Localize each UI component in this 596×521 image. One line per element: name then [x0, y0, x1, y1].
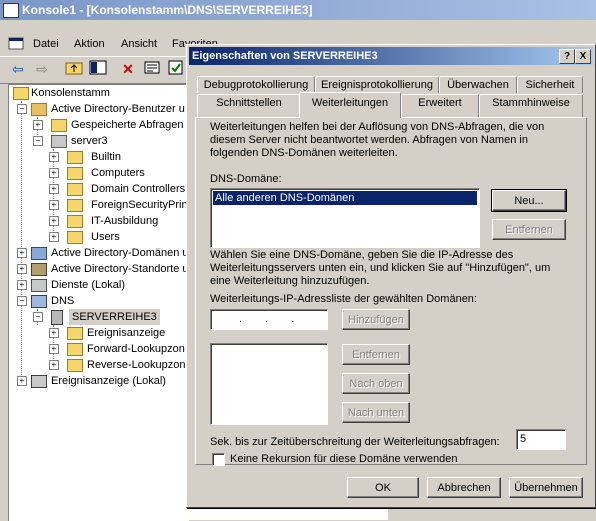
- folder-icon: [67, 359, 83, 372]
- collapse-icon[interactable]: −: [17, 104, 27, 114]
- folder-icon: [67, 343, 83, 356]
- back-arrow-icon[interactable]: ⇦: [8, 60, 28, 79]
- expand-icon[interactable]: +: [49, 328, 59, 338]
- console-icon: [3, 3, 19, 18]
- ip-address-input[interactable]: . . .: [210, 309, 328, 330]
- expand-icon[interactable]: +: [49, 216, 59, 226]
- delete-icon[interactable]: ✕: [118, 60, 138, 79]
- dialog-title: Eigenschaften von SERVERREIHE3: [192, 50, 378, 62]
- main-window-title: Konsole1 - [Konsolenstamm\DNS\SERVERREIH…: [22, 3, 313, 17]
- show-tree-icon[interactable]: [88, 60, 108, 79]
- tab-debugprotokollierung[interactable]: Debugprotokollierung: [197, 76, 315, 93]
- forwarders-panel: Weiterleitungen helfen bei der Auflösung…: [195, 117, 587, 466]
- menu-datei[interactable]: Datei: [33, 38, 59, 50]
- folder-icon: [67, 151, 83, 164]
- domain-list-item[interactable]: Alle anderen DNS-Domänen: [213, 191, 477, 205]
- forwarder-ip-list[interactable]: [210, 343, 328, 425]
- tab-ereignisprotokollierung[interactable]: Ereignisprotokollierung: [315, 76, 439, 93]
- cancel-button[interactable]: Abbrechen: [427, 477, 501, 498]
- refresh-icon[interactable]: [166, 60, 186, 79]
- expand-icon[interactable]: +: [49, 168, 59, 178]
- main-title-bar: Konsole1 - [Konsolenstamm\DNS\SERVERREIH…: [0, 0, 596, 20]
- move-down-button[interactable]: Nach unten: [342, 402, 410, 423]
- expand-icon[interactable]: +: [33, 120, 43, 130]
- no-recursion-checkbox[interactable]: [212, 453, 225, 466]
- tab-weiterleitungen[interactable]: Weiterleitungen: [299, 92, 401, 118]
- folder-icon: [67, 327, 83, 340]
- close-button[interactable]: X: [575, 49, 591, 64]
- console-menu-icon[interactable]: [8, 36, 24, 51]
- folder-icon: [67, 167, 83, 180]
- ad-domains-icon: [31, 247, 47, 260]
- collapse-icon[interactable]: −: [33, 312, 43, 322]
- no-recursion-label: Keine Rekursion für diese Domäne verwend…: [230, 453, 458, 465]
- tab-schnittstellen[interactable]: Schnittstellen: [197, 94, 301, 117]
- ip-list-label: Weiterleitungs-IP-Adressliste der gewähl…: [210, 293, 477, 305]
- instruction-text: Wählen Sie eine DNS-Domäne, geben Sie di…: [210, 249, 551, 287]
- properties-icon[interactable]: [142, 60, 162, 79]
- timeout-label: Sek. bis zur Zeitüberschreitung der Weit…: [210, 436, 500, 448]
- expand-icon[interactable]: +: [49, 344, 59, 354]
- menu-ansicht[interactable]: Ansicht: [121, 38, 157, 50]
- event-viewer-icon: [31, 375, 47, 388]
- forward-arrow-icon[interactable]: ⇨: [32, 60, 52, 79]
- dns-domain-label: DNS-Domäne:: [210, 173, 282, 185]
- expand-icon[interactable]: +: [17, 248, 27, 258]
- folder-icon: [13, 87, 29, 100]
- folder-icon: [67, 231, 83, 244]
- dialog-title-bar: Eigenschaften von SERVERREIHE3 ? X: [189, 47, 593, 65]
- services-gear-icon: [31, 279, 47, 292]
- tab-stammhinweise[interactable]: Stammhinweise: [479, 94, 583, 117]
- menu-aktion[interactable]: Aktion: [74, 38, 105, 50]
- expand-icon[interactable]: +: [17, 280, 27, 290]
- add-forwarder-button[interactable]: Hinzufügen: [342, 309, 410, 330]
- ad-users-icon: [31, 103, 47, 116]
- tab-erweitert[interactable]: Erweitert: [401, 94, 479, 117]
- intro-text: Weiterleitungen helfen bei der Auflösung…: [210, 121, 545, 159]
- tab-ueberwachen[interactable]: Überwachen: [439, 76, 517, 93]
- help-button[interactable]: ?: [559, 49, 575, 64]
- expand-icon[interactable]: +: [49, 184, 59, 194]
- folder-icon: [51, 119, 67, 132]
- server-icon: [51, 310, 63, 325]
- properties-dialog: Eigenschaften von SERVERREIHE3 ? X Debug…: [186, 44, 596, 508]
- domain-icon: [51, 135, 67, 148]
- expand-icon[interactable]: +: [49, 232, 59, 242]
- move-up-button[interactable]: Nach oben: [342, 373, 410, 394]
- ok-button[interactable]: OK: [347, 477, 419, 498]
- collapse-icon[interactable]: −: [33, 136, 43, 146]
- remove-forwarder-button[interactable]: Entfernen: [342, 344, 410, 365]
- dns-domain-list[interactable]: Alle anderen DNS-Domänen: [210, 188, 480, 248]
- ou-folder-icon: [67, 215, 83, 228]
- new-domain-button[interactable]: Neu...: [491, 189, 567, 212]
- tab-sicherheit[interactable]: Sicherheit: [517, 76, 583, 93]
- apply-button[interactable]: Übernehmen: [509, 477, 583, 498]
- expand-icon[interactable]: +: [49, 200, 59, 210]
- remove-domain-button[interactable]: Entfernen: [492, 219, 566, 240]
- expand-icon[interactable]: +: [17, 376, 27, 386]
- up-folder-icon[interactable]: [64, 60, 84, 79]
- collapse-icon[interactable]: −: [17, 296, 27, 306]
- ou-folder-icon: [67, 183, 83, 196]
- folder-icon: [67, 199, 83, 212]
- expand-icon[interactable]: +: [49, 152, 59, 162]
- expand-icon[interactable]: +: [17, 264, 27, 274]
- dns-icon: [31, 295, 47, 308]
- console-tree: Konsolenstamm − Active Directory-Benutze…: [8, 84, 193, 521]
- timeout-input[interactable]: 5: [516, 429, 566, 450]
- expand-icon[interactable]: +: [49, 360, 59, 370]
- ad-sites-icon: [31, 263, 47, 276]
